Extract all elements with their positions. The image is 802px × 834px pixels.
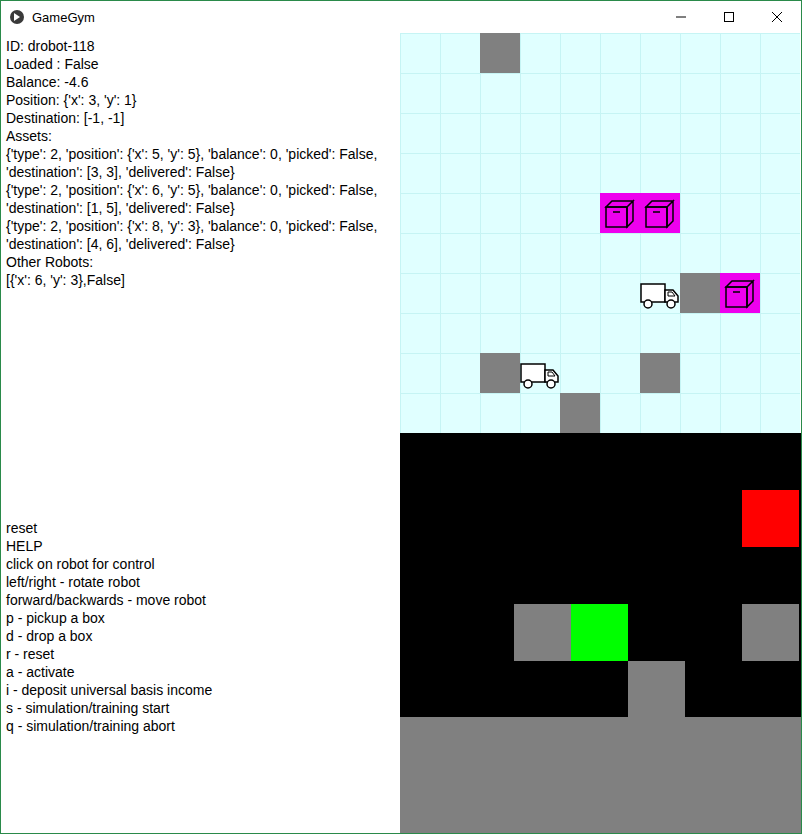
info-line: Other Robots: <box>6 253 396 271</box>
box-icon <box>720 273 760 313</box>
robot[interactable] <box>640 273 680 313</box>
info-line: [{'x': 6, 'y': 3},False] <box>6 271 396 289</box>
obstacle <box>480 353 520 393</box>
box[interactable] <box>640 193 680 233</box>
info-line: {'type': 2, 'position': {'x': 6, 'y': 5}… <box>6 181 396 217</box>
obstacle <box>560 393 600 433</box>
maximize-button[interactable] <box>705 1 753 33</box>
map-cell <box>742 604 799 661</box>
info-line: {'type': 2, 'position': {'x': 8, 'y': 3}… <box>6 217 396 253</box>
close-button[interactable] <box>753 1 801 33</box>
app-icon <box>9 9 25 25</box>
box-icon <box>600 193 640 233</box>
map-cell <box>628 661 685 718</box>
close-icon <box>771 11 783 23</box>
help-line: s - simulation/training start <box>6 699 396 717</box>
info-line: Destination: [-1, -1] <box>6 109 396 127</box>
info-line: ID: drobot-118 <box>6 37 396 55</box>
help-line: reset <box>6 519 396 537</box>
map-cell <box>514 604 571 661</box>
help-list: resetHELPclick on robot for controlleft/… <box>6 519 396 833</box>
map-cell <box>742 490 799 547</box>
robot[interactable] <box>520 353 560 393</box>
map-cell <box>571 604 628 661</box>
obstacle <box>640 353 680 393</box>
maximize-icon <box>723 11 735 23</box>
info-panel: ID: drobot-118Loaded : FalseBalance: -4.… <box>1 33 400 833</box>
info-line: Assets: <box>6 127 396 145</box>
window-title: GameGym <box>32 10 95 25</box>
floor-map <box>400 433 801 717</box>
info-line: Balance: -4.6 <box>6 73 396 91</box>
help-line: p - pickup a box <box>6 609 396 627</box>
truck-icon <box>520 353 560 393</box>
help-line: a - activate <box>6 663 396 681</box>
obstacle <box>680 273 720 313</box>
box-icon <box>640 193 680 233</box>
game-window: GameGym ID: drobot-118Loaded : FalseBalan… <box>0 0 802 834</box>
info-line: Position: {'x': 3, 'y': 1} <box>6 91 396 109</box>
help-line: forward/backwards - move robot <box>6 591 396 609</box>
obstacle <box>480 33 520 73</box>
minimize-icon <box>675 11 687 23</box>
help-line: HELP <box>6 537 396 555</box>
help-line: left/right - rotate robot <box>6 573 396 591</box>
info-line: Loaded : False <box>6 55 396 73</box>
help-line: i - deposit universal basis income <box>6 681 396 699</box>
warehouse-grid[interactable] <box>400 33 800 433</box>
minimize-button[interactable] <box>657 1 705 33</box>
box[interactable] <box>600 193 640 233</box>
help-line: click on robot for control <box>6 555 396 573</box>
title-bar: GameGym <box>1 1 801 33</box>
help-line: q - simulation/training abort <box>6 717 396 735</box>
info-line: {'type': 2, 'position': {'x': 5, 'y': 5}… <box>6 145 396 181</box>
help-line: r - reset <box>6 645 396 663</box>
help-line: d - drop a box <box>6 627 396 645</box>
floor <box>400 717 801 833</box>
truck-icon <box>640 273 680 313</box>
box[interactable] <box>720 273 760 313</box>
